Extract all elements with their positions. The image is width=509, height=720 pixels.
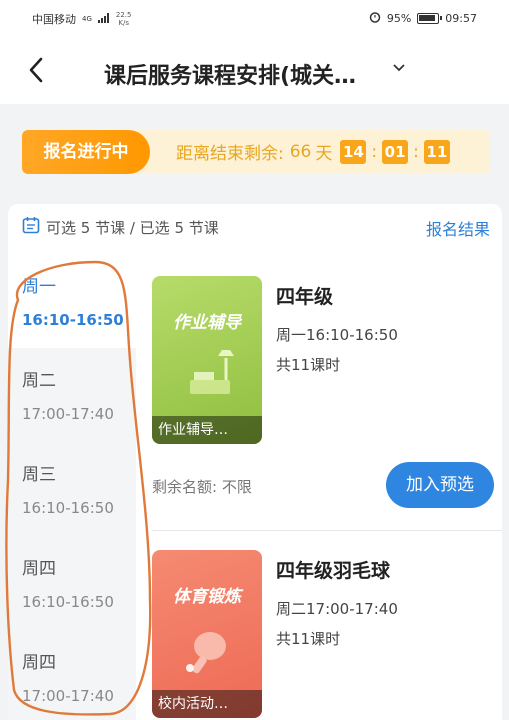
- course-card[interactable]: 体育锻炼 校内活动… 四年级羽毛球 周二17:00-17:40 共11课时: [152, 550, 494, 720]
- course-time: 周二17:00-17:40: [276, 600, 398, 618]
- status-bar: 中国移动 4G 22.5 K/s 95% 09:57: [0, 0, 509, 36]
- course-hours: 共11课时: [276, 630, 341, 648]
- registration-result-link[interactable]: 报名结果: [426, 216, 490, 240]
- selection-summary: 可选 5 节课 / 已选 5 节课: [22, 216, 219, 238]
- countdown-separator: :: [371, 141, 378, 162]
- course-title: 四年级羽毛球: [276, 560, 391, 582]
- course-time: 周一16:10-16:50: [276, 326, 398, 344]
- sidebar-item-tuesday[interactable]: 周二 17:00-17:40: [8, 348, 136, 442]
- course-thumbnail: 体育锻炼 校内活动…: [152, 550, 262, 718]
- page-title[interactable]: 课后服务课程安排(城关…: [104, 58, 356, 90]
- countdown-hours: 14: [340, 139, 367, 164]
- countdown-minutes: 01: [382, 139, 409, 164]
- day-time: 16:10-16:50: [22, 311, 124, 329]
- countdown-label: 距离结束剩余:: [176, 144, 284, 164]
- countdown: 距离结束剩余: 66 天 14 : 01 : 11: [176, 139, 452, 164]
- calendar-icon: [22, 216, 40, 238]
- day-time: 17:00-17:40: [22, 405, 114, 423]
- day-time: 17:00-17:40: [22, 687, 114, 705]
- signal-icon: [97, 12, 110, 26]
- course-hours: 共11课时: [276, 356, 341, 374]
- sidebar-item-monday[interactable]: 周一 16:10-16:50: [8, 254, 136, 348]
- day-name: 周四: [22, 559, 56, 579]
- nav-bar: 课后服务课程安排(城关…: [0, 36, 509, 104]
- sidebar-item-wednesday[interactable]: 周三 16:10-16:50: [8, 442, 136, 536]
- battery-percent: 95%: [386, 12, 412, 25]
- chevron-left-icon[interactable]: [28, 56, 44, 89]
- course-title: 四年级: [276, 286, 334, 308]
- desk-lamp-icon: [182, 346, 242, 410]
- summary-text: 可选 5 节课 / 已选 5 节课: [46, 218, 219, 237]
- speed-value: 22.5: [115, 11, 132, 19]
- countdown-seconds: 11: [423, 139, 450, 164]
- thumbnail-title: 体育锻炼: [173, 587, 241, 607]
- speed-unit: K/s: [118, 19, 129, 27]
- battery-icon: [417, 13, 443, 24]
- day-sidebar: 周一 16:10-16:50 周二 17:00-17:40 周三 16:10-1…: [8, 254, 136, 720]
- registration-banner: 报名进行中 距离结束剩余: 66 天 14 : 01 : 11: [22, 130, 490, 174]
- day-name: 周一: [22, 277, 56, 297]
- remaining-quota: 剩余名额: 不限: [152, 478, 252, 496]
- chevron-down-icon[interactable]: [392, 58, 406, 77]
- day-name: 周四: [22, 653, 56, 673]
- course-card[interactable]: 作业辅导 作业辅导… 四年级 周一16:10-16:50 共11课时 剩余名额:…: [152, 276, 494, 516]
- status-badge: 报名进行中: [22, 130, 150, 174]
- day-name: 周三: [22, 465, 56, 485]
- day-name: 周二: [22, 371, 56, 391]
- thumbnail-caption: 校内活动…: [152, 690, 262, 718]
- countdown-days: 66: [289, 141, 312, 162]
- divider: [152, 530, 502, 531]
- day-time: 16:10-16:50: [22, 499, 114, 517]
- add-to-preselect-button[interactable]: 加入预选: [386, 462, 494, 508]
- alarm-icon: [369, 11, 381, 26]
- sidebar-item-thursday-late[interactable]: 周四 17:00-17:40: [8, 630, 136, 720]
- ping-pong-icon: [180, 624, 236, 684]
- network-speed: 22.5 K/s: [116, 11, 132, 27]
- day-time: 16:10-16:50: [22, 593, 114, 611]
- course-panel: 可选 5 节课 / 已选 5 节课 报名结果 周一 16:10-16:50 周二…: [8, 204, 502, 720]
- thumbnail-caption: 作业辅导…: [152, 416, 262, 444]
- course-thumbnail: 作业辅导 作业辅导…: [152, 276, 262, 444]
- countdown-separator: :: [413, 141, 419, 162]
- network-label: 4G: [82, 15, 92, 23]
- thumbnail-title: 作业辅导: [173, 313, 241, 333]
- countdown-days-unit: 天: [315, 144, 333, 164]
- carrier-label: 中国移动: [32, 13, 76, 26]
- sidebar-item-thursday-early[interactable]: 周四 16:10-16:50: [8, 536, 136, 630]
- clock: 09:57: [445, 12, 477, 25]
